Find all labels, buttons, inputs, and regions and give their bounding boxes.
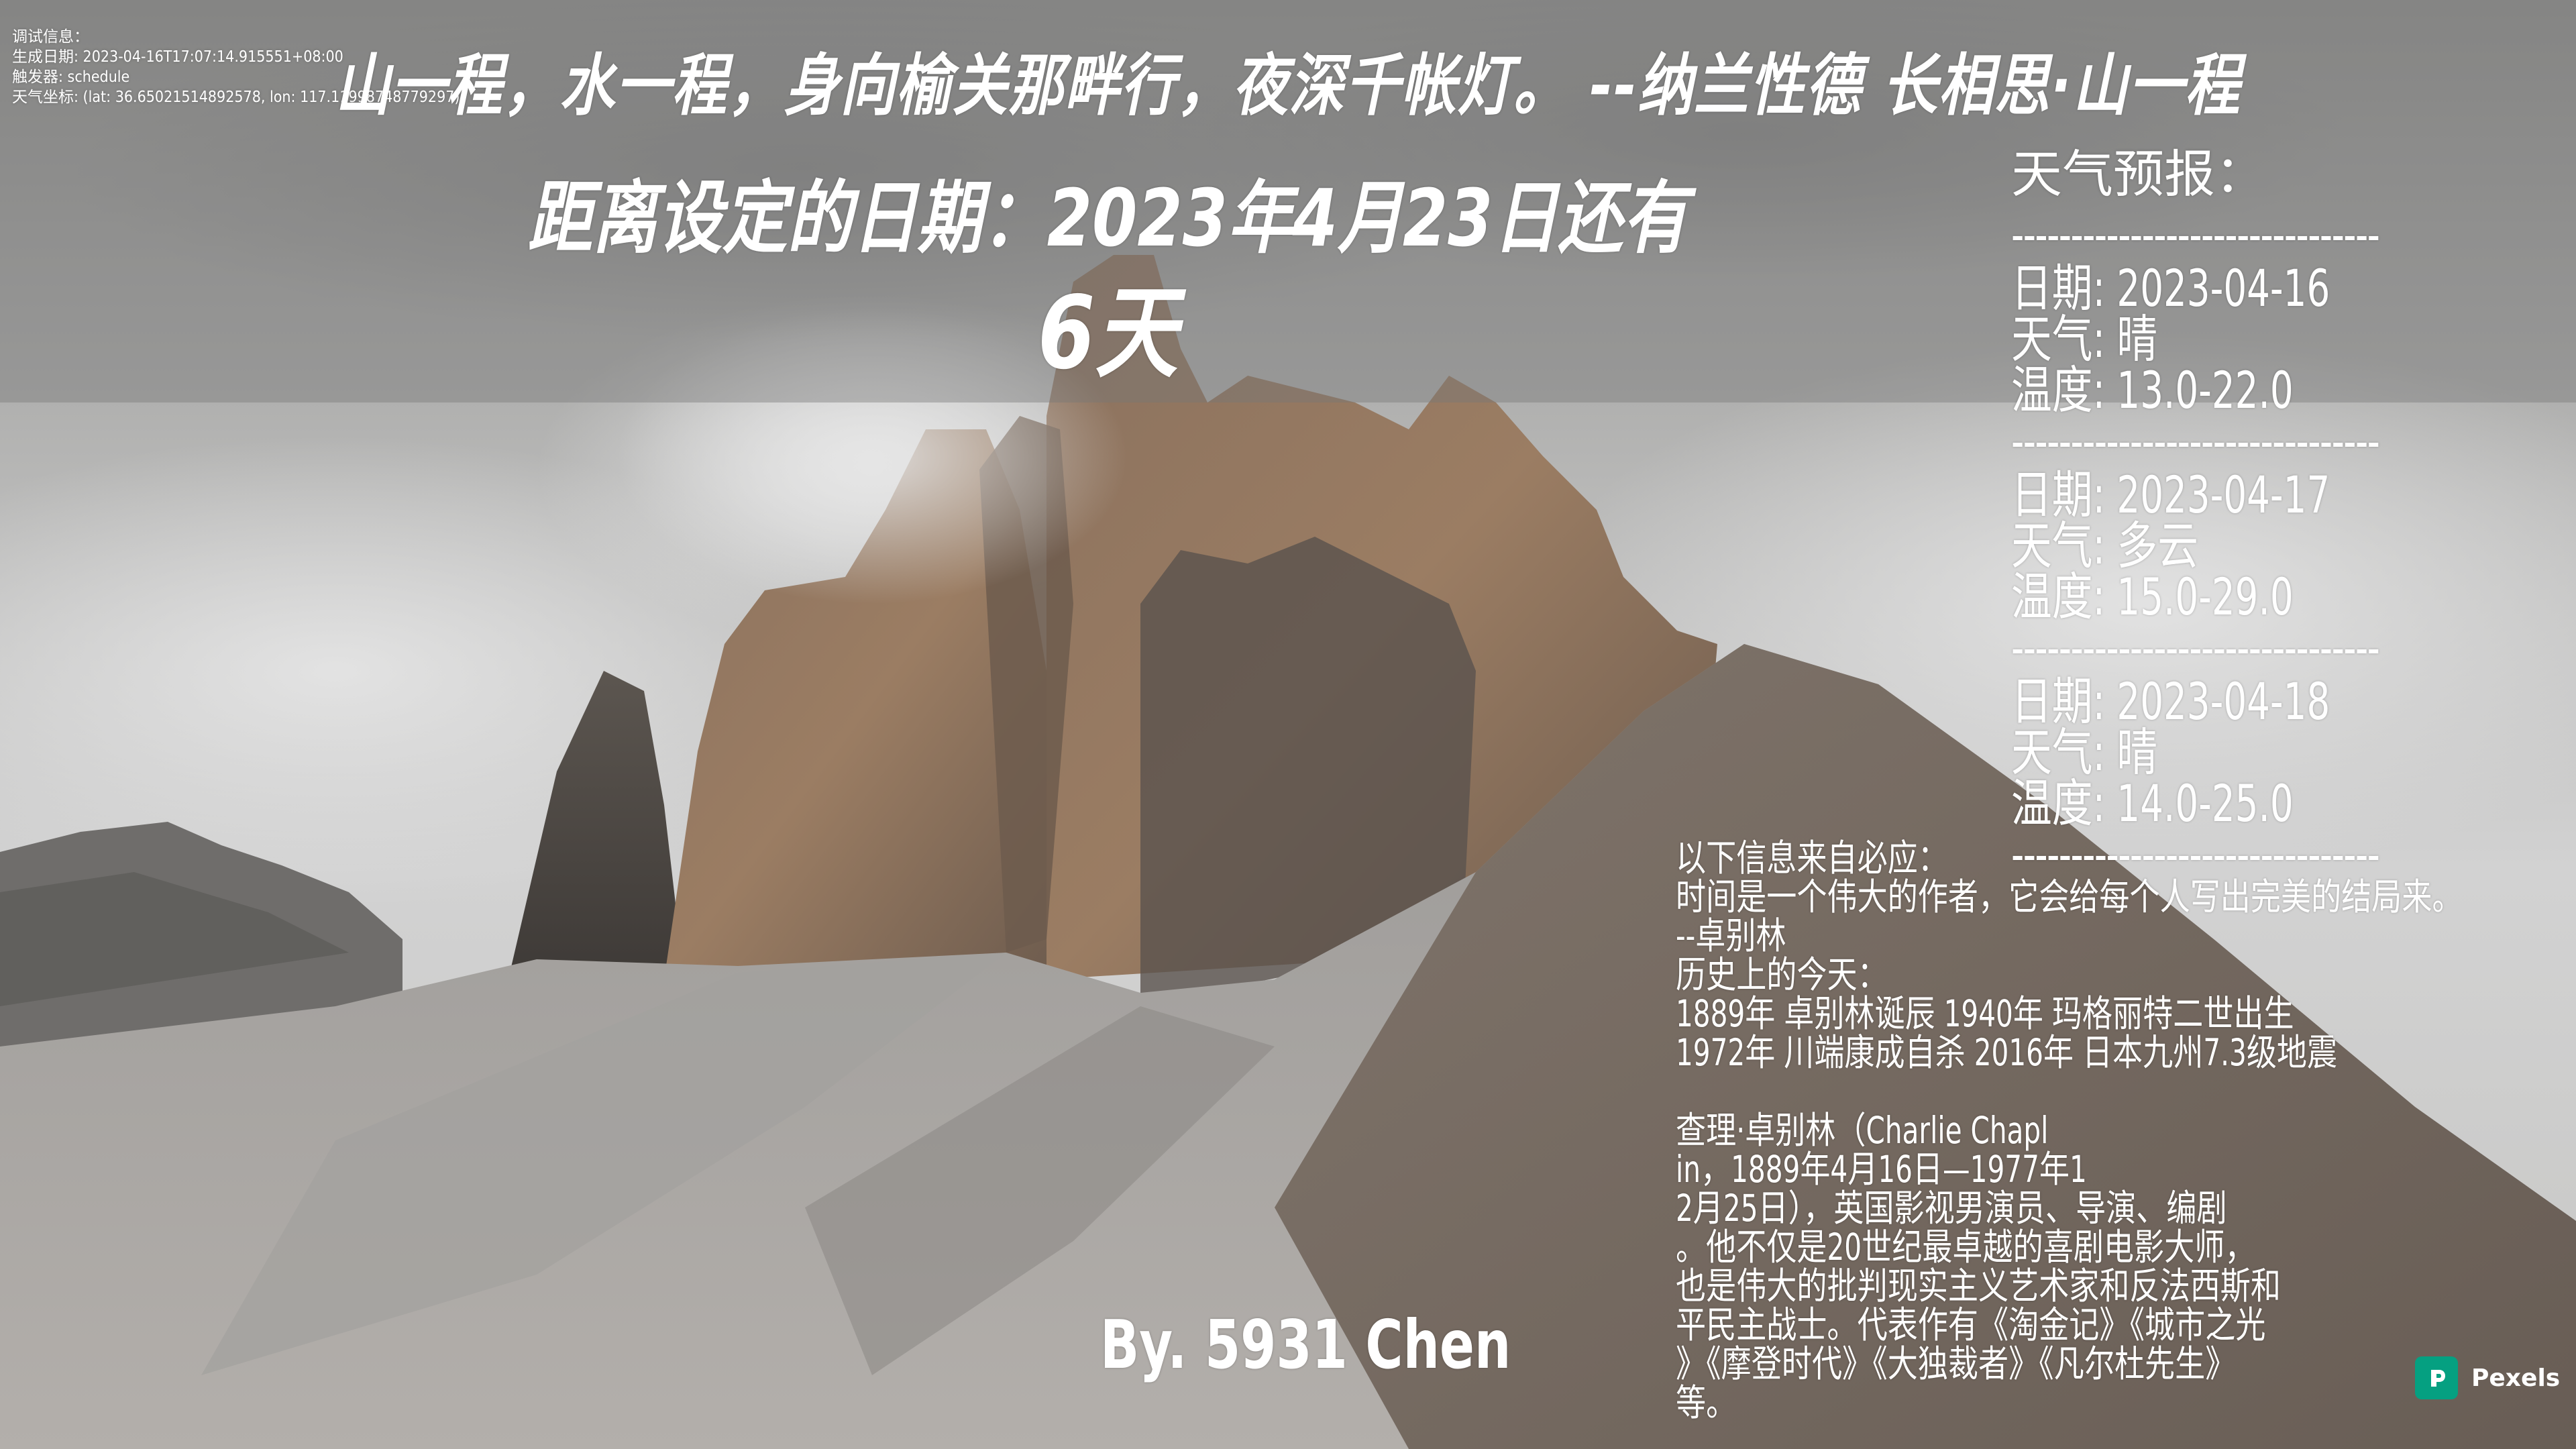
pexels-watermark: Pexels [2415, 1356, 2560, 1399]
info-line: 历史上的今天： [1676, 953, 1888, 996]
info-line: 查理·卓别林（Charlie Chapl [1676, 1109, 2049, 1152]
info-line: 等。 [1676, 1381, 1737, 1424]
weather-date: 日期: 2023-04-16 [2011, 258, 2330, 318]
bing-info-block: 以下信息来自必应： 时间是一个伟大的作者，它会给每个人写出完美的结局来。 --卓… [1676, 839, 2463, 1422]
weather-separator: ------------------------------- [2011, 618, 2380, 678]
author-signature: By. 5931 Chen [1100, 1305, 1511, 1384]
weather-temperature: 温度: 13.0-22.0 [2011, 360, 2294, 420]
weather-date: 日期: 2023-04-18 [2011, 672, 2330, 731]
countdown-label: 距离设定的日期：2023年4月23日还有 [527, 172, 1688, 264]
info-line: 。他不仅是20世纪最卓越的喜剧电影大师， [1676, 1226, 2255, 1269]
info-line: 以下信息来自必应： [1676, 837, 1948, 879]
poem-quote: 山一程，水一程，身向榆关那畔行，夜深千帐灯。 --纳兰性德 长相思·山一程 [335, 46, 2241, 125]
wallpaper: 调试信息： 生成日期: 2023-04-16T17:07:14.915551+0… [0, 0, 2576, 1449]
info-line: 1972年 川端康成自杀 2016年 日本九州7.3级地震 [1676, 1031, 2338, 1074]
info-line: 平民主战士。代表作有《淘金记》《城市之光 [1676, 1303, 2266, 1346]
countdown-days: 6天 [1037, 275, 1178, 392]
weather-forecast: 天气预报： ------------------------------- 日期… [2011, 149, 2483, 883]
weather-separator: ------------------------------- [2011, 205, 2380, 264]
info-line: 》《摩登时代》《大独裁者》《凡尔杜先生》 [1676, 1342, 2236, 1385]
weather-condition: 天气: 多云 [2011, 516, 2199, 576]
weather-title: 天气预报： [2011, 144, 2266, 204]
weather-separator: ------------------------------- [2011, 411, 2380, 471]
info-line: in，1889年4月16日—1977年1 [1676, 1148, 2087, 1191]
weather-condition: 天气: 晴 [2011, 722, 2158, 782]
info-line: 也是伟大的批判现实主义艺术家和反法西斯和 [1676, 1265, 2282, 1307]
weather-temperature: 温度: 15.0-29.0 [2011, 567, 2294, 627]
pexels-label: Pexels [2471, 1364, 2561, 1392]
weather-temperature: 温度: 14.0-25.0 [2011, 773, 2294, 833]
info-line: 1889年 卓别林诞辰 1940年 玛格丽特二世出生 [1676, 992, 2294, 1035]
info-line: 2月25日），英国影视男演员、导演、编剧 [1676, 1187, 2227, 1230]
info-line: 时间是一个伟大的作者，它会给每个人写出完美的结局来。 [1676, 875, 2463, 918]
info-line-blank [1676, 1072, 2463, 1111]
pexels-logo-icon [2415, 1356, 2458, 1399]
weather-condition: 天气: 晴 [2011, 309, 2158, 369]
info-line: --卓别林 [1676, 914, 1786, 957]
weather-date: 日期: 2023-04-17 [2011, 465, 2330, 525]
